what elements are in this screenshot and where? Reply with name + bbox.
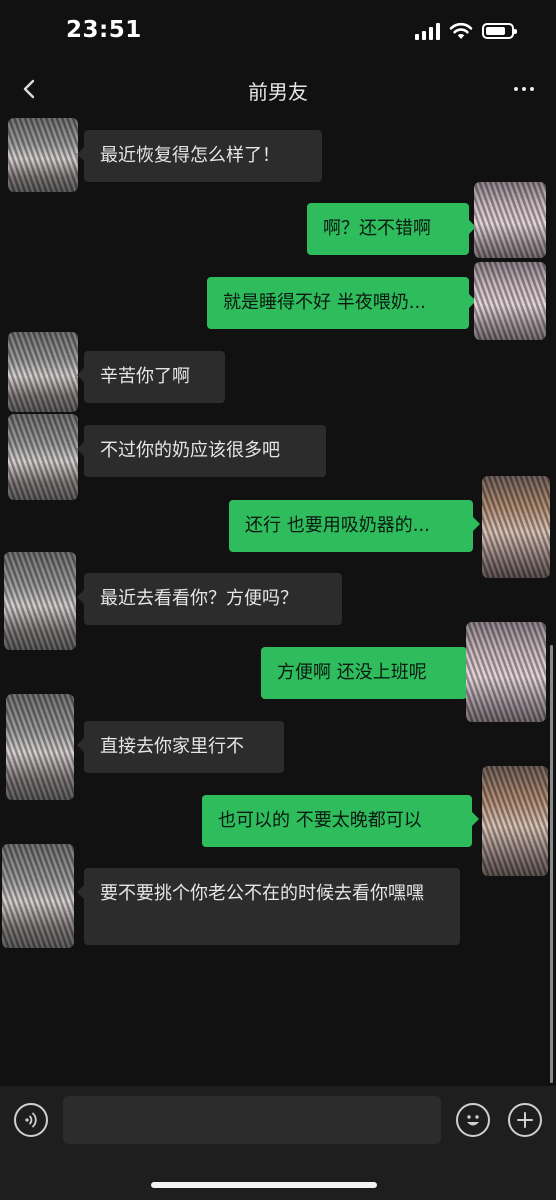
voice-input-icon[interactable]: [14, 1103, 48, 1137]
message-input[interactable]: [63, 1096, 441, 1144]
user-avatar[interactable]: [474, 182, 546, 258]
message-bubble-incoming[interactable]: 辛苦你了啊: [77, 351, 225, 403]
message-bubble-outgoing[interactable]: 也可以的 不要太晚都可以: [202, 795, 479, 847]
user-avatar[interactable]: [482, 476, 550, 578]
message-bubble-outgoing[interactable]: 方便啊 还没上班呢: [261, 647, 474, 699]
add-attachment-icon[interactable]: [508, 1103, 542, 1137]
contact-avatar[interactable]: [4, 552, 76, 650]
message-bubble-outgoing[interactable]: 还行 也要用吸奶器的...: [229, 500, 480, 552]
battery-icon: [482, 23, 517, 39]
contact-avatar[interactable]: [8, 118, 78, 192]
user-avatar[interactable]: [474, 262, 546, 340]
wifi-icon: [449, 22, 473, 39]
message-bubble-outgoing[interactable]: 啊？还不错啊: [307, 203, 476, 255]
contact-avatar[interactable]: [8, 332, 78, 412]
message-bubble-incoming[interactable]: 最近去看看你？方便吗？: [77, 573, 342, 625]
user-avatar[interactable]: [466, 622, 546, 722]
chat-title: 前男友: [248, 80, 308, 104]
contact-avatar[interactable]: [6, 694, 74, 800]
chat-header: 前男友: [0, 66, 556, 114]
status-time: 23:51: [66, 17, 142, 43]
cellular-signal-icon: [415, 22, 440, 40]
status-icons: [415, 22, 517, 40]
status-bar: 23:51: [0, 0, 556, 66]
message-bubble-incoming[interactable]: 最近恢复得怎么样了！: [77, 130, 322, 182]
user-avatar[interactable]: [482, 766, 548, 876]
contact-avatar[interactable]: [2, 844, 74, 948]
more-options-icon[interactable]: [510, 76, 538, 102]
home-indicator: [151, 1182, 377, 1188]
message-bubble-incoming[interactable]: 要不要挑个你老公不在的时候去看你嘿嘿: [77, 868, 460, 945]
contact-avatar[interactable]: [8, 414, 78, 500]
message-bubble-incoming[interactable]: 不过你的奶应该很多吧: [77, 425, 326, 477]
emoji-icon[interactable]: [456, 1103, 490, 1137]
message-bubble-outgoing[interactable]: 就是睡得不好 半夜喂奶...: [207, 277, 476, 329]
scrollbar[interactable]: [550, 645, 553, 1083]
message-bubble-incoming[interactable]: 直接去你家里行不: [77, 721, 284, 773]
